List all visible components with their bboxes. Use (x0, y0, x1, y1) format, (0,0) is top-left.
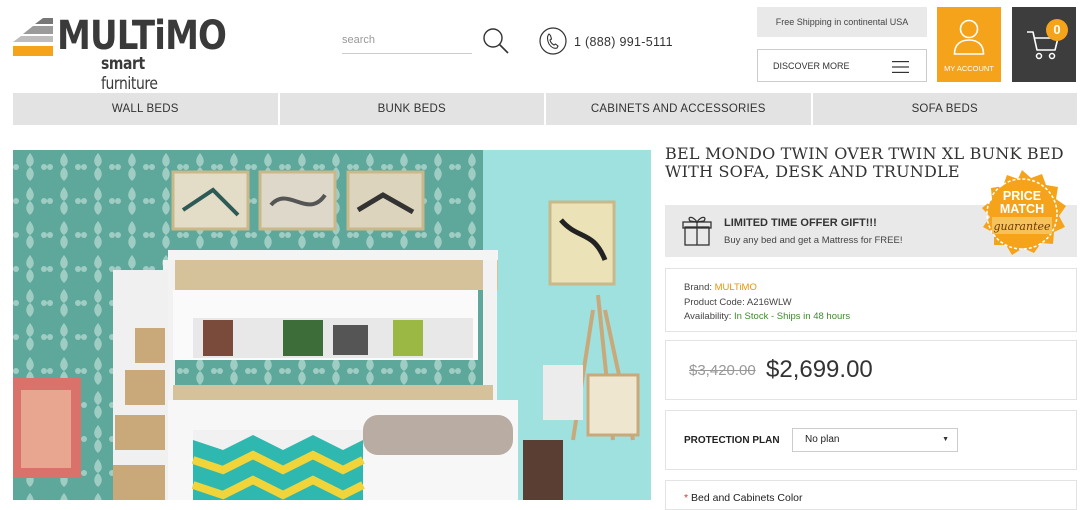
site-header: MULTiMO smart furniture 1 (888) 991-5111… (0, 0, 1085, 94)
badge-guarantee-text: guarantee (993, 220, 1051, 233)
price-match-badge[interactable]: PRICE MATCH guarantee (978, 170, 1066, 258)
side-stairs (113, 270, 168, 500)
dropdown-arrow-icon: ▼ (942, 436, 949, 443)
nav-item-bunk-beds[interactable]: BUNK BEDS (279, 93, 544, 125)
product-info: Brand: MULTiMO Product Code: A216WLW Ava… (665, 268, 1077, 332)
logo-tagline-rest: furniture (101, 74, 158, 94)
search-icon[interactable] (482, 27, 510, 55)
availability-label: Availability: (684, 311, 734, 322)
product-photo-illustration (13, 150, 651, 500)
phone-icon (539, 27, 567, 55)
product-code-label: Product Code: (684, 296, 747, 308)
logo-wordmark: MULTiMO (57, 13, 227, 59)
cart-count-badge: 0 (1046, 19, 1068, 41)
brand-label: Brand: (684, 282, 715, 293)
color-option-text: Bed and Cabinets Color (691, 492, 803, 504)
protection-plan-box: PROTECTION PLAN No plan ▼ (665, 410, 1077, 470)
availability-value: In Stock - Ships in 48 hours (734, 311, 851, 322)
badge-line-1: PRICE MATCH (978, 190, 1066, 216)
logo[interactable]: MULTiMO smart furniture (13, 14, 227, 94)
protection-plan-label: PROTECTION PLAN (684, 435, 780, 446)
phone-number[interactable]: 1 (888) 991-5111 (574, 35, 673, 49)
price-box: $3,420.00 $2,699.00 (665, 340, 1077, 400)
product-code-value: A216WLW (746, 296, 792, 308)
my-account-label: MY ACCOUNT (944, 64, 994, 73)
cart-button[interactable]: 0 (1012, 7, 1076, 82)
search-input[interactable] (342, 28, 472, 52)
current-price: $2,699.00 (766, 356, 873, 383)
protection-plan-select[interactable]: No plan ▼ (792, 428, 958, 452)
my-account-button[interactable]: MY ACCOUNT (937, 7, 1001, 82)
hamburger-menu-icon (892, 61, 909, 73)
color-option-label: * Bed and Cabinets Color (684, 492, 803, 504)
main-nav: WALL BEDS BUNK BEDS CABINETS AND ACCESSO… (13, 93, 1077, 125)
old-price: $3,420.00 (689, 362, 756, 379)
badge-match-text: MATCH (999, 202, 1045, 216)
shipping-notice: Free Shipping in continental USA (757, 7, 927, 37)
availability-row: Availability: In Stock - Ships in 48 hou… (684, 310, 1076, 325)
gift-offer-subtitle: Buy any bed and get a Mattress for FREE! (724, 235, 903, 246)
discover-more-button[interactable]: DISCOVER MORE (757, 49, 927, 82)
required-marker: * (684, 492, 689, 504)
product-image[interactable] (13, 150, 651, 500)
logo-tagline: smart furniture (101, 54, 176, 94)
protection-plan-value: No plan (805, 434, 840, 445)
nav-item-sofa-beds[interactable]: SOFA BEDS (812, 93, 1077, 125)
discover-more-label: DISCOVER MORE (773, 60, 850, 71)
user-icon (953, 19, 985, 55)
gift-icon (682, 216, 712, 246)
brand-link[interactable]: MULTiMO (715, 282, 757, 293)
product-code-row: Product Code: A216WLW (684, 296, 1076, 311)
logo-mark-icon (13, 18, 53, 56)
color-option-box: * Bed and Cabinets Color (665, 480, 1077, 510)
logo-tagline-bold: smart (101, 54, 145, 74)
search-box (342, 28, 472, 54)
gift-offer-title: LIMITED TIME OFFER GIFT!!! (724, 217, 877, 229)
badge-price-text: PRICE (1002, 189, 1042, 203)
nav-item-cabinets-and-accessories[interactable]: CABINETS AND ACCESSORIES (546, 93, 811, 125)
brand-row: Brand: MULTiMO (684, 281, 1076, 296)
nav-item-wall-beds[interactable]: WALL BEDS (13, 93, 278, 125)
